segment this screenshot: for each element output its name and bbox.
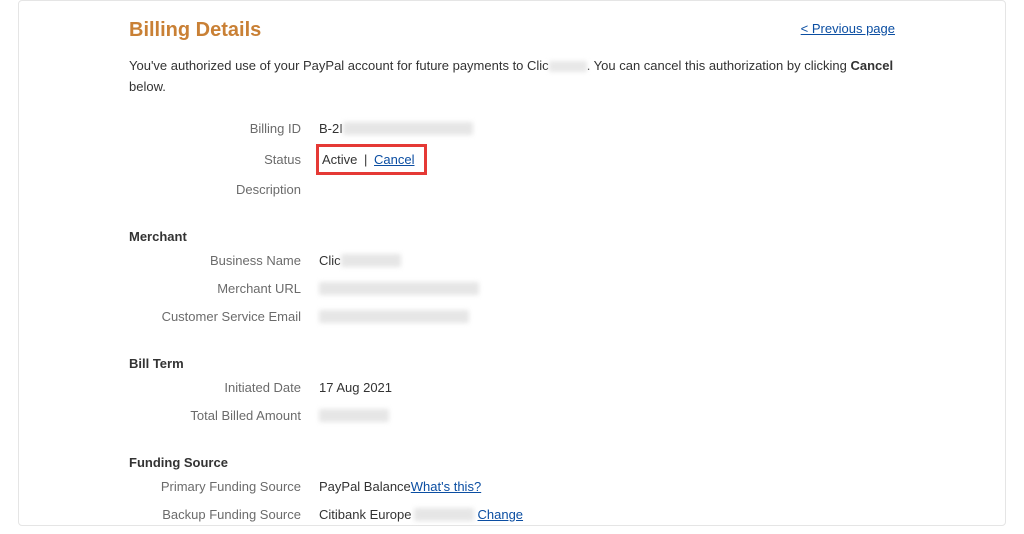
status-active: Active — [322, 152, 357, 167]
total-billed-value — [319, 409, 389, 422]
redacted-merchant-name — [549, 61, 587, 72]
row-total-billed: Total Billed Amount — [129, 403, 895, 429]
backup-funding-prefix: Citibank Europe — [319, 507, 412, 522]
business-name-value: Clic — [319, 253, 401, 268]
intro-b: . You can cancel this authorization by c… — [587, 58, 851, 73]
billing-id-prefix: B-2I — [319, 121, 343, 136]
previous-page-link[interactable]: < Previous page — [801, 21, 895, 36]
intro-text: You've authorized use of your PayPal acc… — [19, 56, 1005, 98]
row-backup-funding: Backup Funding Source Citibank Europe Cha… — [129, 502, 895, 528]
status-label: Status — [129, 152, 319, 167]
intro-bold: Cancel — [850, 58, 893, 73]
whats-this-link[interactable]: What's this? — [411, 479, 481, 494]
billing-id-label: Billing ID — [129, 121, 319, 136]
intro-a: You've authorized use of your PayPal acc… — [129, 58, 549, 73]
redacted-business-name — [341, 254, 401, 267]
primary-funding-text: PayPal Balance — [319, 479, 411, 494]
backup-funding-label: Backup Funding Source — [129, 507, 319, 522]
section-merchant: Merchant — [129, 229, 895, 244]
redacted-customer-email — [319, 310, 469, 323]
row-primary-funding: Primary Funding Source PayPal Balance Wh… — [129, 474, 895, 500]
total-billed-label: Total Billed Amount — [129, 408, 319, 423]
merchant-url-label: Merchant URL — [129, 281, 319, 296]
row-description: Description — [129, 177, 895, 203]
row-merchant-url: Merchant URL — [129, 276, 895, 302]
merchant-url-value — [319, 282, 479, 295]
intro-c: below. — [129, 79, 166, 94]
cancel-link[interactable]: Cancel — [374, 152, 414, 167]
business-name-prefix: Clic — [319, 253, 341, 268]
fields-area: Billing ID B-2I Status Active | Cancel D… — [19, 116, 1005, 528]
row-customer-email: Customer Service Email — [129, 304, 895, 330]
redacted-merchant-url — [319, 282, 479, 295]
description-label: Description — [129, 182, 319, 197]
backup-funding-value: Citibank Europe Change — [319, 507, 523, 522]
section-funding: Funding Source — [129, 455, 895, 470]
header-row: Billing Details < Previous page — [19, 19, 1005, 42]
redacted-backup-funding — [414, 508, 474, 521]
section-bill-term: Bill Term — [129, 356, 895, 371]
status-highlight-box: Active | Cancel — [316, 144, 427, 175]
business-name-label: Business Name — [129, 253, 319, 268]
row-billing-id: Billing ID B-2I — [129, 116, 895, 142]
status-value-wrap: Active | Cancel — [319, 144, 427, 175]
customer-email-value — [319, 310, 469, 323]
redacted-billing-id — [343, 122, 473, 135]
initiated-label: Initiated Date — [129, 380, 319, 395]
initiated-value: 17 Aug 2021 — [319, 380, 392, 395]
billing-id-value: B-2I — [319, 121, 473, 136]
redacted-total-billed — [319, 409, 389, 422]
customer-email-label: Customer Service Email — [129, 309, 319, 324]
status-sep: | — [360, 152, 371, 167]
primary-funding-value: PayPal Balance What's this? — [319, 479, 481, 494]
row-initiated: Initiated Date 17 Aug 2021 — [129, 375, 895, 401]
row-status: Status Active | Cancel — [129, 144, 895, 175]
primary-funding-label: Primary Funding Source — [129, 479, 319, 494]
billing-card: Billing Details < Previous page You've a… — [18, 0, 1006, 526]
change-link[interactable]: Change — [478, 507, 524, 522]
row-business-name: Business Name Clic — [129, 248, 895, 274]
